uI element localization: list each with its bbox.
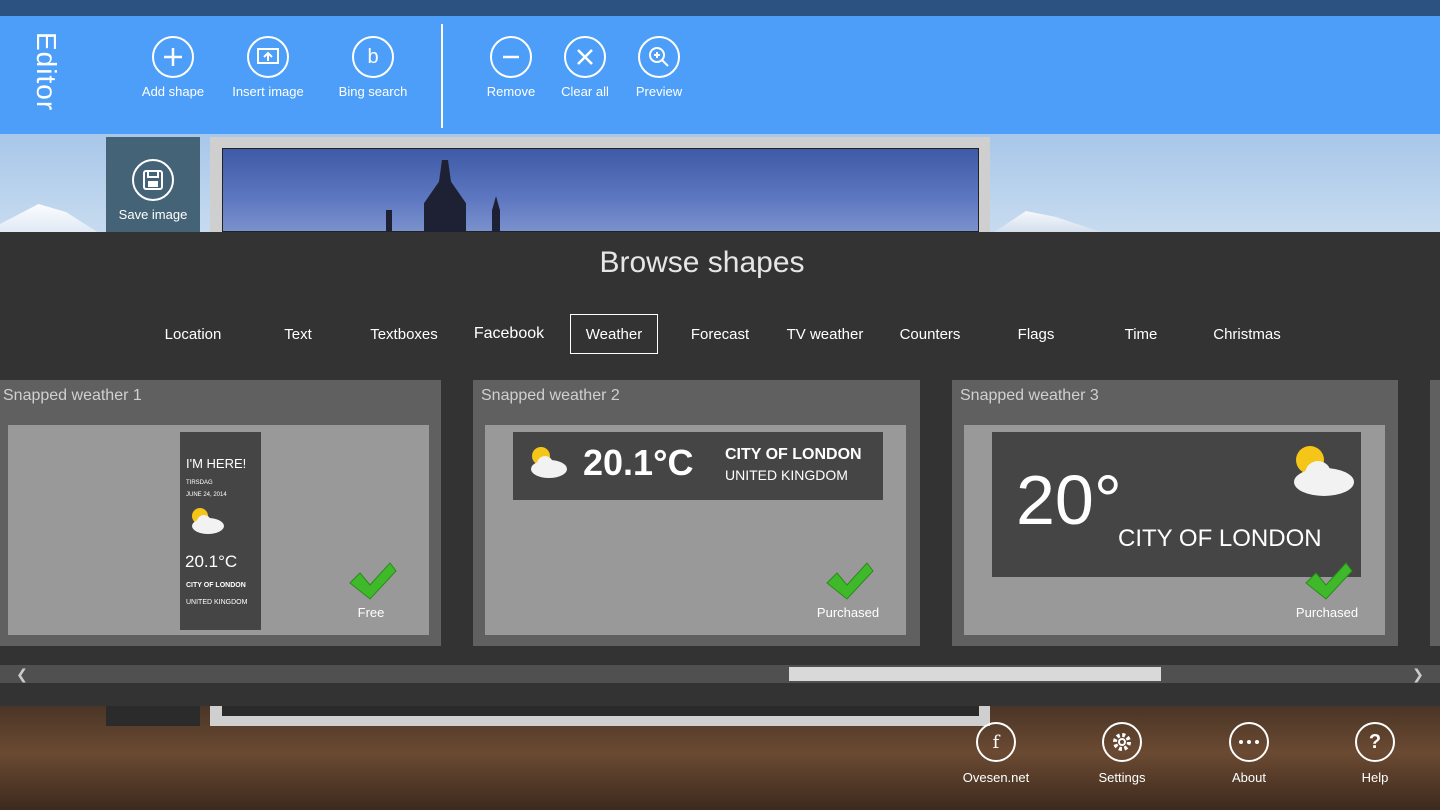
gear-icon (1102, 722, 1142, 762)
card-title: Snapped weather 3 (960, 387, 1099, 404)
tab-forecast[interactable]: Forecast (676, 314, 764, 354)
app-title: Editor (31, 32, 62, 112)
tab-christmas[interactable]: Christmas (1203, 314, 1291, 354)
editor-app-bar: Editor Add shape Insert image b Bing sea… (0, 16, 1440, 134)
weather-widget: 20° CITY OF LONDON (992, 432, 1361, 577)
facebook-glyph: f (992, 731, 1000, 753)
check-icon (826, 562, 874, 600)
widget-day: TIRSDAG (186, 480, 213, 486)
ovesen-net-button[interactable]: f Ovesen.net (946, 722, 1046, 785)
help-glyph: ? (1368, 730, 1382, 753)
scroll-left-icon[interactable]: ❮ (12, 665, 32, 683)
widget-temperature: 20° (1016, 461, 1122, 539)
scrollbar-thumb[interactable] (789, 667, 1161, 681)
tab-time[interactable]: Time (1097, 314, 1185, 354)
partly-cloudy-icon (1282, 438, 1356, 503)
widget-city: CITY OF LONDON (186, 582, 246, 589)
bing-icon: b (352, 36, 394, 78)
tab-flags[interactable]: Flags (992, 314, 1080, 354)
canvas-image[interactable] (222, 148, 979, 232)
help-icon: ? (1355, 722, 1395, 762)
widget-city: CITY OF LONDON (725, 446, 862, 463)
widget-temperature: 20.1°C (185, 552, 238, 571)
card-status: Purchased (1295, 605, 1359, 620)
about-label: About (1232, 770, 1266, 785)
weather-widget: I'M HERE! TIRSDAG JUNE 24, 2014 20.1°C C… (180, 432, 261, 630)
check-icon (349, 562, 397, 600)
bing-search-label: Bing search (338, 84, 408, 99)
help-button[interactable]: ? Help (1325, 722, 1425, 785)
widget-temperature: 20.1°C (583, 442, 694, 483)
save-image-label: Save image (118, 207, 188, 222)
shape-card-snapped-weather-1[interactable]: Snapped weather 1 I'M HERE! TIRSDAG JUNE… (0, 380, 441, 646)
bing-glyph: b (367, 45, 379, 68)
toolbar-divider (441, 24, 443, 128)
more-icon (1229, 722, 1269, 762)
about-button[interactable]: About (1199, 722, 1299, 785)
close-icon (564, 36, 606, 78)
browse-shapes-panel: Browse shapes Location Text Textboxes Fa… (0, 232, 1440, 706)
preview-label: Preview (635, 84, 683, 99)
card-title: Snapped weather 2 (481, 387, 620, 404)
panel-title: Browse shapes (599, 246, 805, 279)
canvas-spire (386, 210, 392, 232)
partly-cloudy-icon (184, 502, 228, 541)
canvas-image-bottom (222, 706, 979, 716)
save-panel-bottom (106, 706, 200, 726)
scroll-right-icon[interactable]: ❯ (1408, 665, 1428, 683)
add-shape-label: Add shape (141, 84, 205, 99)
preview-button[interactable]: Preview (609, 36, 709, 99)
minus-icon (490, 36, 532, 78)
shape-card-snapped-weather-2[interactable]: Snapped weather 2 20.1°C CITY OF LONDON … (473, 380, 920, 646)
zoom-icon (638, 36, 680, 78)
tab-weather[interactable]: Weather (570, 314, 658, 354)
card-status: Purchased (816, 605, 880, 620)
settings-button[interactable]: Settings (1072, 722, 1172, 785)
shape-card-snapped-weather-3[interactable]: Snapped weather 3 20° CITY OF LONDON Pur… (952, 380, 1398, 646)
card-preview: 20° CITY OF LONDON Purchased (964, 425, 1385, 635)
insert-image-button[interactable]: Insert image (218, 36, 318, 99)
partly-cloudy-icon (523, 442, 571, 485)
tab-tv-weather[interactable]: TV weather (781, 314, 869, 354)
facebook-icon: f (976, 722, 1016, 762)
card-title: Snapped weather 1 (3, 387, 142, 404)
widget-date: JUNE 24, 2014 (186, 492, 227, 498)
widget-heading: I'M HERE! (186, 456, 247, 471)
window-top-strip (0, 0, 1440, 16)
tab-text[interactable]: Text (254, 314, 342, 354)
weather-widget: 20.1°C CITY OF LONDON UNITED KINGDOM (513, 432, 883, 500)
save-icon (132, 159, 174, 201)
help-label: Help (1361, 770, 1389, 785)
card-preview: 20.1°C CITY OF LONDON UNITED KINGDOM Pur… (485, 425, 906, 635)
category-tabs: Location Text Textboxes Facebook Weather… (0, 314, 1440, 354)
settings-label: Settings (1098, 770, 1146, 785)
add-shape-button[interactable]: Add shape (123, 36, 223, 99)
widget-city: CITY OF LONDON (1118, 525, 1322, 552)
ovesen-net-label: Ovesen.net (962, 770, 1030, 785)
widget-country: UNITED KINGDOM (186, 599, 248, 606)
insert-image-icon (247, 36, 289, 78)
tab-facebook[interactable]: Facebook (465, 314, 553, 354)
save-image-button[interactable]: Save image (106, 137, 200, 232)
card-status: Free (357, 605, 385, 620)
horizontal-scrollbar[interactable]: ❮ ❯ (0, 665, 1440, 683)
insert-image-label: Insert image (232, 84, 304, 99)
bing-search-button[interactable]: b Bing search (323, 36, 423, 99)
shape-card-next[interactable] (1430, 380, 1440, 646)
tab-counters[interactable]: Counters (886, 314, 974, 354)
card-preview: I'M HERE! TIRSDAG JUNE 24, 2014 20.1°C C… (8, 425, 429, 635)
plus-icon (152, 36, 194, 78)
tab-textboxes[interactable]: Textboxes (360, 314, 448, 354)
widget-country: UNITED KINGDOM (725, 467, 848, 483)
tab-location[interactable]: Location (149, 314, 237, 354)
check-icon (1305, 562, 1353, 600)
